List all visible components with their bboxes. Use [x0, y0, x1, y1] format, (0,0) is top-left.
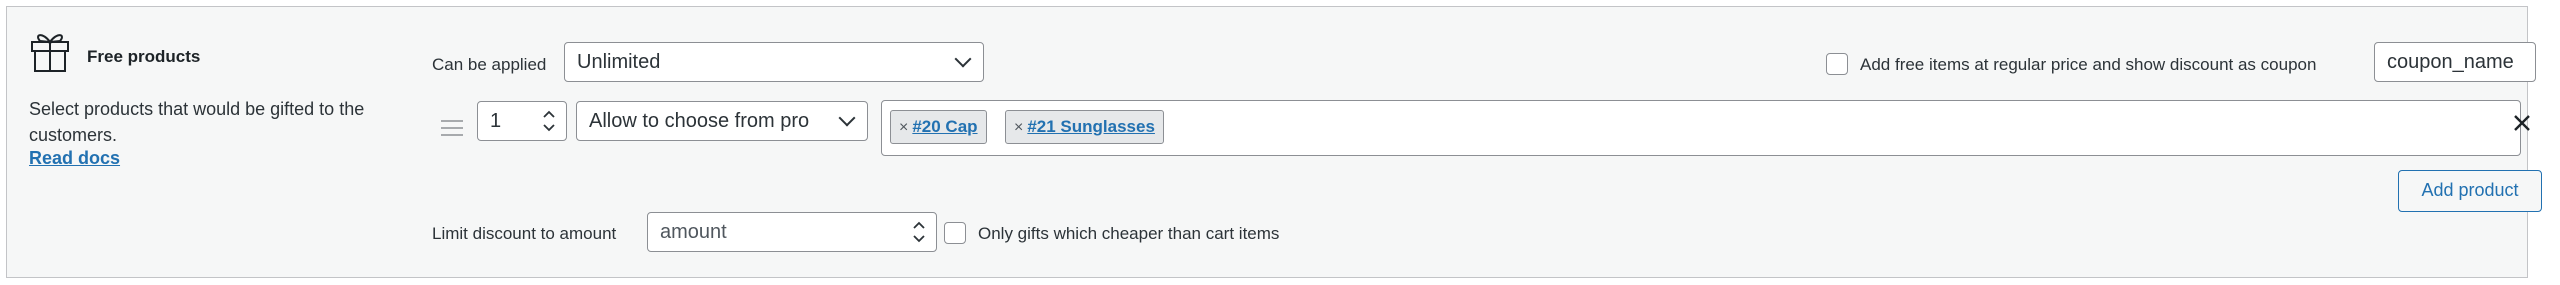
tag-remove-icon[interactable]: × — [899, 119, 908, 136]
spinner-icon — [913, 221, 925, 243]
only-gifts-label: Only gifts which cheaper than cart items — [978, 224, 1280, 243]
limit-discount-placeholder: amount — [660, 221, 727, 243]
gift-icon — [31, 34, 69, 72]
limit-discount-input[interactable]: amount — [647, 212, 937, 252]
coupon-name-input[interactable]: coupon_name — [2374, 42, 2536, 82]
can-be-applied-value: Unlimited — [577, 51, 661, 73]
quantity-value: 1 — [490, 110, 502, 132]
drag-handle-icon[interactable] — [441, 120, 463, 136]
coupon-option-label: Add free items at regular price and show… — [1860, 55, 2317, 74]
spinner-icon — [543, 110, 555, 132]
section-title: Free products — [87, 47, 201, 66]
can-be-applied-select[interactable]: Unlimited — [564, 42, 984, 82]
read-docs-link[interactable]: Read docs — [29, 148, 120, 169]
limit-discount-label: Limit discount to amount — [432, 224, 617, 243]
coupon-name-value: coupon_name — [2387, 51, 2514, 73]
product-tag: × #21 Sunglasses — [1005, 110, 1164, 144]
remove-row-icon[interactable] — [2510, 111, 2534, 135]
chevron-down-icon — [838, 109, 856, 127]
tag-remove-icon[interactable]: × — [1014, 119, 1023, 136]
coupon-checkbox[interactable] — [1826, 53, 1848, 75]
quantity-stepper[interactable]: 1 — [477, 101, 567, 141]
free-products-panel: Free products Select products that would… — [6, 6, 2542, 278]
product-tag-link[interactable]: #21 Sunglasses — [1027, 117, 1155, 136]
only-gifts-checkbox[interactable] — [944, 222, 966, 244]
can-be-applied-label: Can be applied — [432, 55, 547, 74]
chevron-down-icon — [954, 50, 972, 68]
product-tags-input[interactable]: × #20 Cap × #21 Sunglasses — [881, 100, 2521, 156]
product-mode-select[interactable]: Allow to choose from pro — [576, 101, 868, 141]
product-tag: × #20 Cap — [890, 110, 987, 144]
product-mode-value: Allow to choose from pro — [589, 110, 810, 132]
section-description: Select products that would be gifted to … — [29, 99, 365, 145]
product-tag-link[interactable]: #20 Cap — [912, 117, 977, 136]
add-product-button[interactable]: Add product — [2398, 170, 2542, 212]
